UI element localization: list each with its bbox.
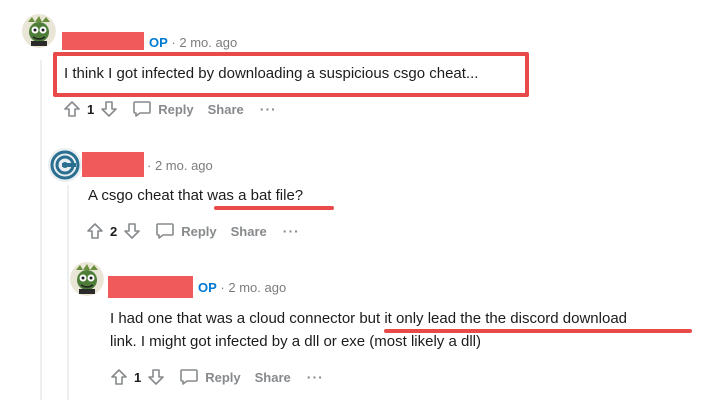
snoo-cartoon-avatar-icon <box>70 262 104 296</box>
annotation-underline <box>384 329 692 333</box>
comment-time: · 2 mo. ago <box>220 280 287 295</box>
upvote-icon[interactable] <box>84 220 106 242</box>
vote-score: 2 <box>110 223 118 239</box>
downvote-icon[interactable] <box>98 98 120 120</box>
comment-actions: 2 Reply Share ··· <box>84 219 300 243</box>
share-button[interactable]: Share <box>208 102 244 117</box>
user-avatar[interactable] <box>48 148 82 182</box>
share-button[interactable]: Share <box>255 370 291 385</box>
more-options-icon[interactable]: ··· <box>307 369 324 385</box>
redacted-username <box>82 152 144 177</box>
comment-actions: 1 Reply Share ··· <box>108 365 324 389</box>
spiral-logo-avatar-icon <box>48 148 82 182</box>
downvote-icon[interactable] <box>145 366 167 388</box>
annotation-underline <box>214 206 334 210</box>
op-badge: OP <box>149 35 168 50</box>
redacted-username <box>108 276 193 298</box>
user-avatar[interactable] <box>70 262 104 296</box>
thread-line[interactable] <box>67 185 69 400</box>
comment-time: · 2 mo. ago <box>171 35 238 50</box>
share-button[interactable]: Share <box>231 224 267 239</box>
snoo-cartoon-avatar-icon <box>22 14 56 48</box>
comment-bubble-icon <box>180 369 199 385</box>
comment-body-line: link. I might got infected by a dll or e… <box>110 333 481 350</box>
comment-body-line: I had one that was a cloud connector but… <box>110 310 628 327</box>
comment-bubble-icon <box>133 101 152 117</box>
comment-body: A csgo cheat that was a bat file? <box>88 187 304 204</box>
thread-line[interactable] <box>40 60 42 400</box>
reply-button[interactable]: Reply <box>179 368 241 386</box>
downvote-icon[interactable] <box>121 220 143 242</box>
vote-score: 1 <box>134 369 142 385</box>
op-badge: OP <box>198 280 217 295</box>
comment-meta: OP · 2 mo. ago <box>198 280 286 295</box>
annotation-box <box>53 52 529 97</box>
reply-label: Reply <box>181 223 217 239</box>
reply-button[interactable]: Reply <box>132 100 194 118</box>
reply-label: Reply <box>205 369 241 385</box>
user-avatar[interactable] <box>22 14 56 48</box>
comment-meta: · 2 mo. ago <box>147 158 213 173</box>
comment-time: · 2 mo. ago <box>147 158 213 173</box>
reply-label: Reply <box>158 101 194 117</box>
upvote-icon[interactable] <box>108 366 130 388</box>
redacted-username <box>62 32 144 50</box>
comment-bubble-icon <box>156 223 175 239</box>
more-options-icon[interactable]: ··· <box>283 223 300 239</box>
comment-meta: OP · 2 mo. ago <box>149 35 237 50</box>
upvote-icon[interactable] <box>61 98 83 120</box>
more-options-icon[interactable]: ··· <box>260 101 277 117</box>
vote-score: 1 <box>87 101 95 117</box>
reply-button[interactable]: Reply <box>155 222 217 240</box>
comment-actions: 1 Reply Share ··· <box>61 97 277 121</box>
